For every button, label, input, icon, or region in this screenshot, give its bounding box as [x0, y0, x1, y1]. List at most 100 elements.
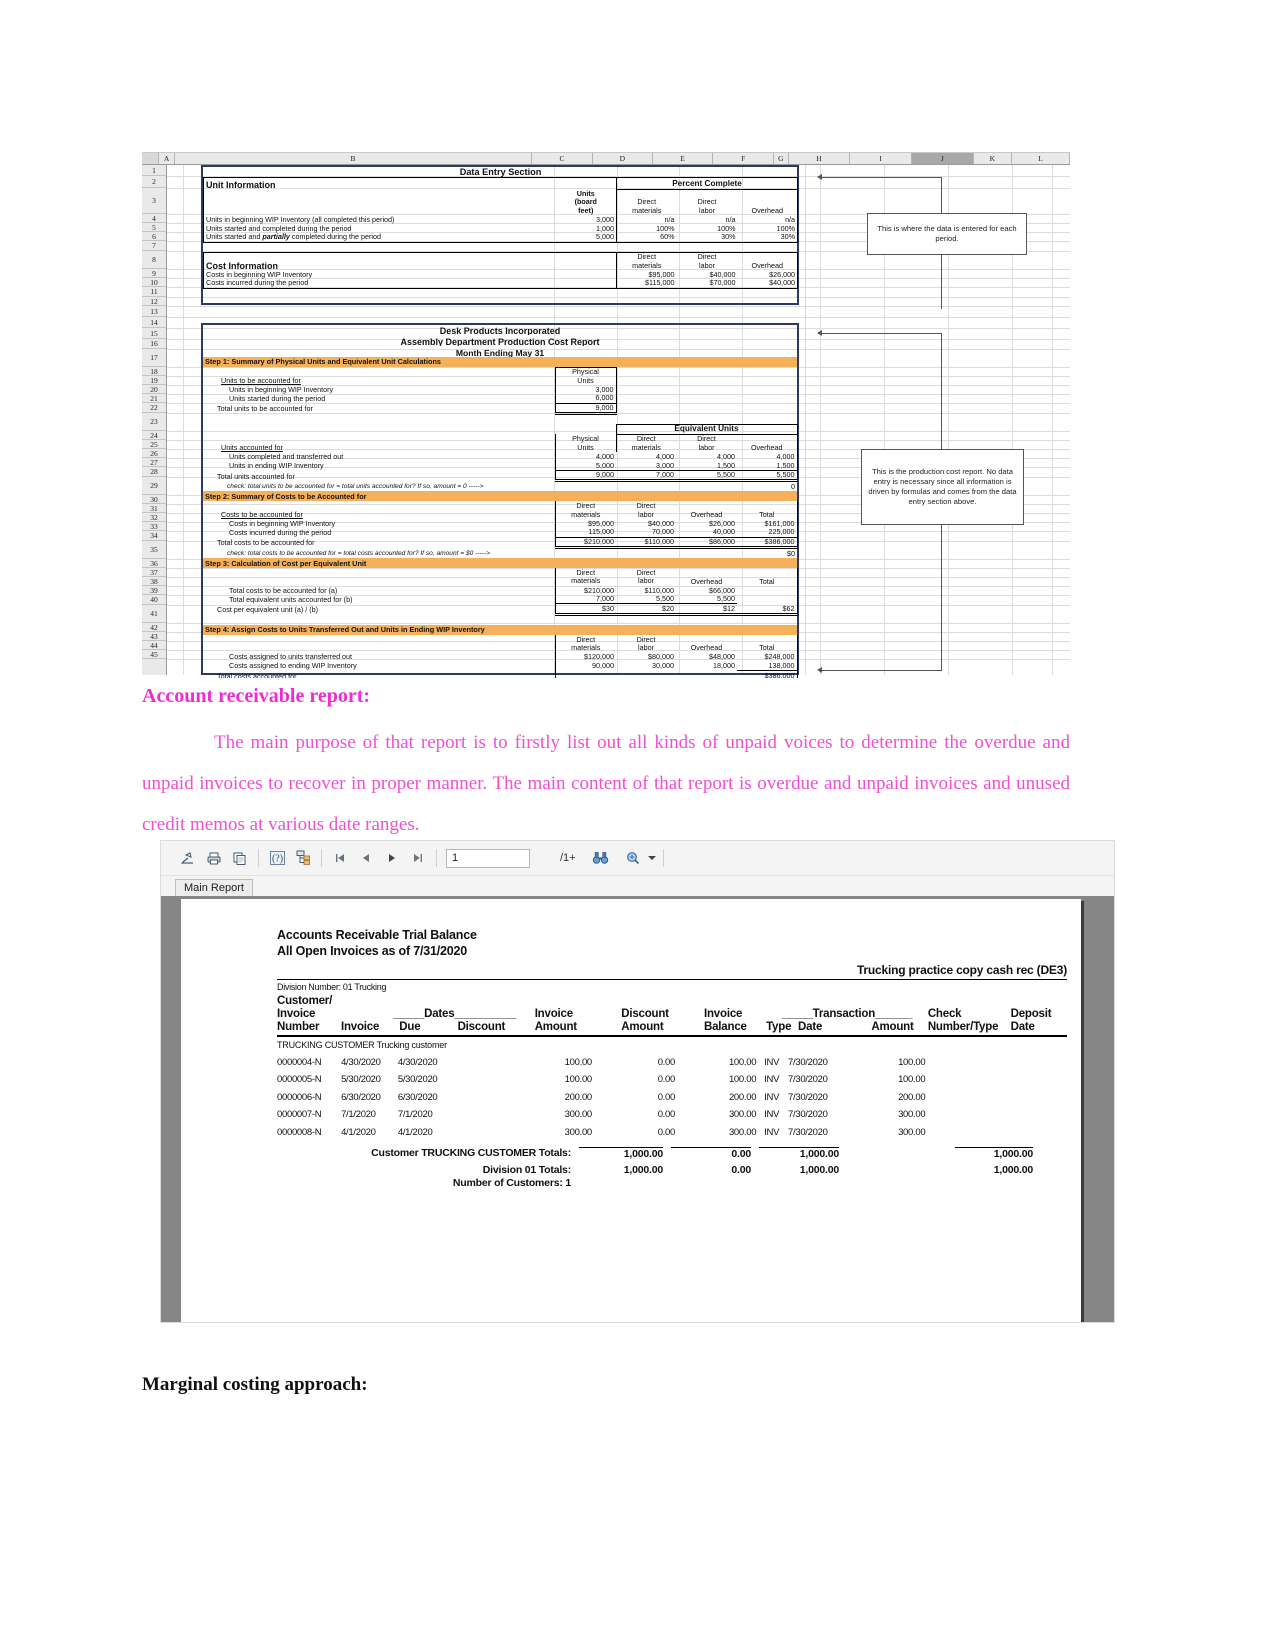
row-header-38[interactable]: 38	[142, 577, 166, 586]
row-header-10[interactable]: 10	[142, 278, 166, 287]
row-header-13[interactable]: 13	[142, 306, 166, 317]
row-header-12[interactable]: 12	[142, 297, 166, 306]
column-header-L[interactable]: L	[1012, 153, 1070, 164]
cell-invoice-balance: 100.00	[728, 1056, 757, 1068]
cell-invoice-amount: 200.00	[564, 1091, 593, 1103]
cell-deposit-date	[1012, 1057, 1067, 1068]
table-row: 0000007-N 7/1/2020 7/1/2020 300.00 0.00 300.0…	[277, 1109, 1067, 1120]
row-header-21[interactable]: 21	[142, 394, 166, 403]
step1b-row-3-oh: 5,500	[737, 470, 798, 483]
binoculars-search-icon[interactable]	[588, 846, 614, 870]
step2-row-1-label: Costs in beginning WIP Inventory	[229, 519, 336, 528]
cell-discount-date	[469, 1109, 528, 1120]
cost-row-2-label: Costs incurred during the period	[203, 279, 556, 289]
previous-page-icon[interactable]	[353, 846, 379, 870]
row-header-37[interactable]: 37	[142, 568, 166, 577]
step2-dm-line2: materials	[571, 509, 601, 519]
row-header-32[interactable]: 32	[142, 513, 166, 522]
cell-invoice-date: 6/30/2020	[341, 1091, 381, 1103]
row-header-26[interactable]: 26	[142, 449, 166, 458]
page-number-input[interactable]: 1	[446, 848, 530, 868]
row-header-31[interactable]: 31	[142, 504, 166, 513]
row-header-33[interactable]: 33	[142, 522, 166, 531]
row-header-25[interactable]: 25	[142, 440, 166, 449]
row-header-19[interactable]: 19	[142, 376, 166, 385]
zoom-icon[interactable]	[620, 846, 646, 870]
row-header-18[interactable]: 18	[142, 367, 166, 376]
row-header-39[interactable]: 39	[142, 586, 166, 595]
row-header-8[interactable]: 8	[142, 251, 166, 269]
export-icon[interactable]	[175, 846, 201, 870]
column-header-corner[interactable]	[142, 153, 160, 164]
row-header-9[interactable]: 9	[142, 269, 166, 278]
row-header-1[interactable]: 1	[142, 165, 166, 176]
copy-icon[interactable]	[227, 846, 253, 870]
row-header-30[interactable]: 30	[142, 495, 166, 504]
cell-trans-date: 7/30/2020	[788, 1126, 828, 1138]
row-header-27[interactable]: 27	[142, 458, 166, 467]
chevron-down-icon[interactable]	[646, 846, 658, 870]
row-header-16[interactable]: 16	[142, 339, 166, 349]
header-deposit-top: Deposit	[1010, 1008, 1052, 1020]
row-header-15[interactable]: 15	[142, 328, 166, 339]
cost-row-1-label: Costs in beginning WIP Inventory	[203, 270, 556, 280]
cost-oh-header: Overhead	[737, 251, 799, 271]
column-header-J[interactable]: J	[911, 153, 974, 164]
group-tree-icon[interactable]	[290, 846, 316, 870]
row-header-17[interactable]: 17	[142, 349, 166, 367]
row-header-36[interactable]: 36	[142, 559, 166, 568]
column-header-D[interactable]: D	[592, 153, 653, 164]
column-header-I[interactable]: I	[850, 153, 912, 164]
row-header-40[interactable]: 40	[142, 595, 166, 605]
column-header-F[interactable]: F	[713, 153, 775, 164]
cell-trans-date: 7/30/2020	[788, 1056, 828, 1068]
row-header-34[interactable]: 34	[142, 531, 166, 541]
unit-row-3-dm: 60%	[616, 233, 677, 243]
column-header-H[interactable]: H	[788, 153, 851, 164]
row-header-42[interactable]: 42	[142, 623, 166, 632]
row-header-43[interactable]: 43	[142, 632, 166, 641]
column-header-C[interactable]: C	[532, 153, 593, 164]
step4-row-2-dm: 90,000	[554, 661, 616, 671]
row-header-23[interactable]: 23	[142, 413, 166, 431]
column-header-K[interactable]: K	[973, 153, 1013, 164]
row-header-4[interactable]: 4	[142, 214, 166, 223]
last-page-icon[interactable]	[405, 846, 431, 870]
row-header-6[interactable]: 6	[142, 232, 166, 241]
row-header-20[interactable]: 20	[142, 385, 166, 394]
row-header-22[interactable]: 22	[142, 403, 166, 413]
row-header-45[interactable]: 45	[142, 650, 166, 659]
row-header-2[interactable]: 2	[142, 176, 166, 188]
header-due-date: Due	[399, 1021, 421, 1033]
column-header-A[interactable]: A	[159, 153, 175, 164]
row-header-28[interactable]: 28	[142, 467, 166, 477]
row-header-41[interactable]: 41	[142, 605, 166, 623]
column-header-G[interactable]: G	[774, 153, 789, 164]
row-header-11[interactable]: 11	[142, 287, 166, 297]
row-header-44[interactable]: 44	[142, 641, 166, 650]
report-header-row-2: Number Invoice Due Discount Amount Amoun…	[277, 1021, 1067, 1033]
step2-row-2-total: 225,000	[737, 528, 798, 538]
step1-row-1-value: 3,000	[554, 385, 617, 394]
print-icon[interactable]	[201, 846, 227, 870]
row-header-29[interactable]: 29	[142, 477, 166, 495]
row-header-7[interactable]: 7	[142, 241, 166, 251]
cost-row-1-oh: $26,000	[737, 270, 799, 280]
row-header-3[interactable]: 3	[142, 188, 166, 214]
row-header-14[interactable]: 14	[142, 317, 166, 328]
column-header-E[interactable]: E	[652, 153, 714, 164]
unit-row-3-dl: 30%	[676, 233, 738, 243]
cell-invoice-amount: 100.00	[564, 1056, 593, 1068]
unit-row-2-oh: 100%	[737, 224, 799, 233]
column-header-B[interactable]: B	[174, 153, 533, 164]
row-header-5[interactable]: 5	[142, 223, 166, 232]
row-header-24[interactable]: 24	[142, 431, 166, 440]
row-header-35[interactable]: 35	[142, 541, 166, 559]
header-check-top: Check	[927, 1008, 962, 1020]
step3-row-3-dm: $30	[554, 603, 616, 616]
next-page-icon[interactable]	[379, 846, 405, 870]
tab-main-report[interactable]: Main Report	[175, 879, 253, 896]
first-page-icon[interactable]	[327, 846, 353, 870]
unit-row-3-pre: Units started and	[206, 233, 263, 242]
help-icon[interactable]: (?)	[264, 846, 290, 870]
